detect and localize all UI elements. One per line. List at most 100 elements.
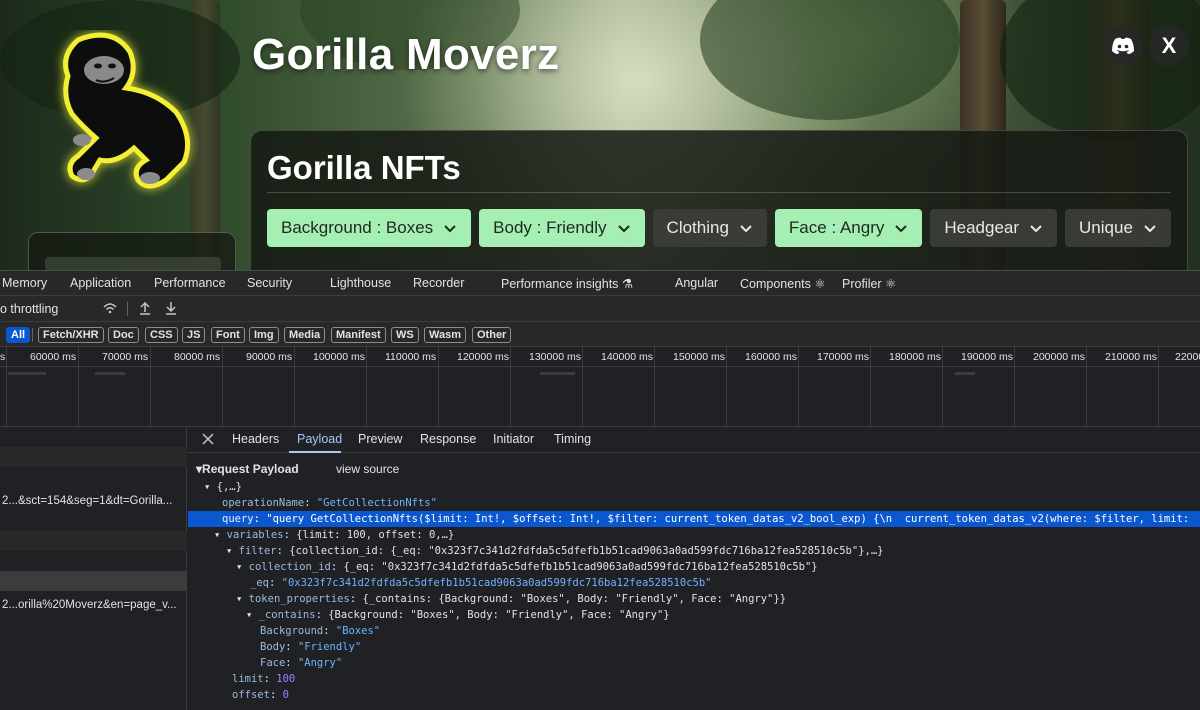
tree-node-filter[interactable]: ▾ filter: {collection_id: {_eq: "0x323f7… — [188, 543, 1200, 559]
tree-node-body[interactable]: Body: "Friendly" — [188, 639, 1200, 655]
request-row[interactable] — [0, 427, 187, 447]
discord-icon — [1112, 37, 1134, 54]
timeline-request-bar — [8, 372, 46, 375]
filter-face[interactable]: Face : Angry — [774, 209, 923, 247]
filter-headgear[interactable]: Headgear — [930, 209, 1058, 247]
filter-chip-wasm[interactable]: Wasm — [424, 327, 466, 343]
filter-chip-ws[interactable]: WS — [391, 327, 419, 343]
tree-node-contains[interactable]: ▾ _contains: {Background: "Boxes", Body:… — [188, 607, 1200, 623]
tab-initiator[interactable]: Initiator — [493, 432, 534, 446]
tab-preview[interactable]: Preview — [358, 432, 402, 446]
network-overview-timeline[interactable]: s 60000 ms 70000 ms 80000 ms 90000 ms 10… — [0, 347, 1200, 427]
request-payload-heading[interactable]: ▾Request Payload — [196, 462, 299, 476]
filter-chip-js[interactable]: JS — [182, 327, 206, 343]
tree-node-limit[interactable]: limit: 100 — [188, 671, 1200, 687]
network-conditions-icon[interactable] — [102, 300, 118, 316]
request-row[interactable] — [0, 551, 187, 571]
filter-clothing[interactable]: Clothing — [652, 209, 767, 247]
tab-application[interactable]: Application — [70, 276, 131, 290]
filter-label: Face : Angry — [788, 218, 885, 237]
tick-label: 200000 ms — [1033, 351, 1085, 363]
resource-type-filter-bar: All Fetch/XHR Doc CSS JS Font Img Media … — [0, 322, 1200, 347]
tick-label: 170000 ms — [817, 351, 869, 363]
tab-recorder[interactable]: Recorder — [413, 276, 464, 290]
tree-key: query — [222, 513, 254, 525]
tree-node-variables[interactable]: ▾ variables: {limit: 100, offset: 0,…} — [188, 527, 1200, 543]
tick-label: 140000 ms — [601, 351, 653, 363]
throttling-select[interactable]: o throttling — [0, 302, 58, 316]
network-toolbar: o throttling — [0, 296, 1200, 322]
tab-profiler[interactable]: Profiler ⚛ — [842, 276, 896, 291]
filter-unique[interactable]: Unique — [1065, 209, 1171, 247]
x-social-button[interactable]: X — [1149, 26, 1189, 66]
tab-performance-insights[interactable]: Performance insights ⚗ — [501, 276, 633, 291]
tree-node-token-properties[interactable]: ▾ token_properties: {_contains: {Backgro… — [188, 591, 1200, 607]
export-har-icon[interactable] — [163, 300, 179, 316]
tab-components[interactable]: Components ⚛ — [740, 276, 826, 291]
tree-value: 100 — [276, 673, 296, 685]
filter-chip-fetch-xhr[interactable]: Fetch/XHR — [38, 327, 104, 343]
filter-chip-other[interactable]: Other — [472, 327, 512, 343]
tick-line — [1086, 347, 1087, 427]
filter-chip-manifest[interactable]: Manifest — [331, 327, 386, 343]
close-icon[interactable] — [200, 431, 216, 447]
request-row[interactable]: 2...orilla%20Moverz&en=page_v... — [0, 595, 187, 615]
tick-label: 180000 ms — [889, 351, 941, 363]
filter-body[interactable]: Body : Friendly — [479, 209, 645, 247]
tick-line — [78, 347, 79, 427]
tree-key: _contains — [258, 609, 316, 621]
request-name: 2...orilla%20Moverz&en=page_v... — [2, 599, 177, 611]
tree-node-query[interactable]: query: "query GetCollectionNfts($limit: … — [188, 511, 1200, 527]
filter-chip-doc[interactable]: Doc — [108, 327, 139, 343]
tree-value: {Background: "Boxes", Body: "Friendly", … — [328, 609, 670, 621]
tab-headers[interactable]: Headers — [232, 432, 279, 446]
tree-node-eq[interactable]: _eq: "0x323f7c341d2fdfda5c5dfefb1b51cad9… — [188, 575, 1200, 591]
request-row[interactable] — [0, 511, 187, 531]
tree-key: offset — [232, 689, 270, 701]
tab-angular[interactable]: Angular — [675, 276, 718, 290]
filter-chip-font[interactable]: Font — [211, 327, 245, 343]
devtools-panel: Memory Application Performance Security … — [0, 270, 1200, 710]
filter-background[interactable]: Background : Boxes — [267, 209, 472, 247]
tab-response[interactable]: Response — [420, 432, 476, 446]
tick-line — [6, 347, 7, 427]
tree-value: {collection_id: {_eq: "0x323f7c341d2fdfd… — [289, 545, 884, 557]
filter-chip-css[interactable]: CSS — [145, 327, 178, 343]
request-row[interactable] — [0, 531, 187, 551]
tree-node-background[interactable]: Background: "Boxes" — [188, 623, 1200, 639]
request-row-selected[interactable] — [0, 571, 187, 591]
chevron-down-icon — [740, 225, 752, 233]
tab-security[interactable]: Security — [247, 276, 292, 290]
tree-node-face[interactable]: Face: "Angry" — [188, 655, 1200, 671]
filter-chip-media[interactable]: Media — [284, 327, 326, 343]
import-har-icon[interactable] — [137, 300, 153, 316]
tab-memory[interactable]: Memory — [2, 276, 47, 290]
timeline-request-bar — [540, 372, 575, 375]
filter-chip-all[interactable]: All — [6, 327, 31, 343]
tick-label: 22000 — [1175, 351, 1200, 363]
tree-root[interactable]: ▾ {,…} — [188, 479, 1200, 495]
tick-label: 150000 ms — [673, 351, 725, 363]
tick-label: 210000 ms — [1105, 351, 1157, 363]
request-detail-pane: Headers Payload Preview Response Initiat… — [188, 427, 1200, 710]
tab-payload[interactable]: Payload — [297, 432, 342, 446]
tree-node-operation-name[interactable]: operationName: "GetCollectionNfts" — [188, 495, 1200, 511]
view-source-link[interactable]: view source — [336, 462, 399, 476]
discord-button[interactable] — [1103, 26, 1143, 66]
tick-line — [294, 347, 295, 427]
chevron-down-icon — [1030, 225, 1042, 233]
chevron-down-icon — [617, 225, 630, 233]
toolbar-separator — [127, 302, 128, 316]
tree-node-offset[interactable]: offset: 0 — [188, 687, 1200, 703]
request-row[interactable] — [0, 447, 187, 467]
tree-node-collection-id[interactable]: ▾ collection_id: {_eq: "0x323f7c341d2fdf… — [188, 559, 1200, 575]
tree-value: "0x323f7c341d2fdfda5c5dfefb1b51cad9063a0… — [281, 577, 712, 589]
x-logo-icon: X — [1161, 33, 1177, 58]
tree-key: collection_id — [248, 561, 331, 573]
request-name: 2...&sct=154&seg=1&dt=Gorilla... — [2, 495, 173, 507]
filter-chip-img[interactable]: Img — [249, 327, 279, 343]
tab-lighthouse[interactable]: Lighthouse — [330, 276, 391, 290]
request-row[interactable]: 2...&sct=154&seg=1&dt=Gorilla... — [0, 491, 187, 511]
tab-performance[interactable]: Performance — [154, 276, 226, 290]
tab-timing[interactable]: Timing — [554, 432, 591, 446]
